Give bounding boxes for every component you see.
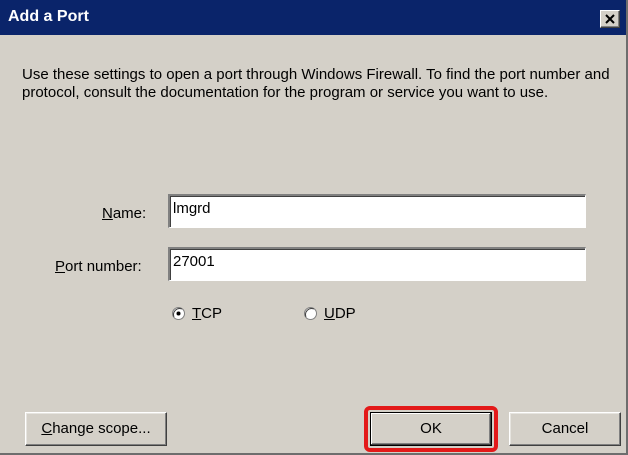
close-icon — [605, 14, 615, 24]
description-text: Use these settings to open a port throug… — [22, 66, 610, 101]
radio-selected-icon — [172, 307, 185, 320]
port-number-input[interactable] — [168, 247, 586, 281]
port-number-label-rest: ort number: — [65, 258, 142, 275]
name-label: Name: — [102, 205, 146, 223]
change-scope-button[interactable]: Change scope... — [25, 412, 167, 446]
change-scope-label-rest: hange scope... — [52, 420, 151, 437]
udp-label-accelerator: U — [324, 305, 335, 322]
tcp-label-accelerator: T — [192, 305, 202, 322]
name-input[interactable] — [168, 194, 586, 228]
ok-button[interactable]: OK — [370, 412, 492, 446]
close-button[interactable] — [600, 10, 620, 28]
port-number-label: Port number: — [55, 258, 142, 276]
tcp-label-rest: CP — [201, 305, 223, 322]
name-label-rest: ame: — [112, 205, 147, 222]
radio-unselected-icon — [304, 307, 317, 320]
port-number-label-accelerator: P — [55, 258, 66, 275]
udp-label-rest: DP — [334, 305, 356, 322]
title-bar: Add a Port — [0, 0, 626, 35]
tcp-label: TCP — [192, 304, 222, 324]
cancel-button[interactable]: Cancel — [509, 412, 621, 446]
dialog-title: Add a Port — [8, 8, 89, 25]
name-label-accelerator: N — [102, 205, 113, 222]
add-port-dialog: Add a Port Use these settings to open a … — [0, 0, 628, 455]
change-scope-accelerator: C — [41, 420, 53, 437]
udp-label: UDP — [324, 304, 356, 324]
